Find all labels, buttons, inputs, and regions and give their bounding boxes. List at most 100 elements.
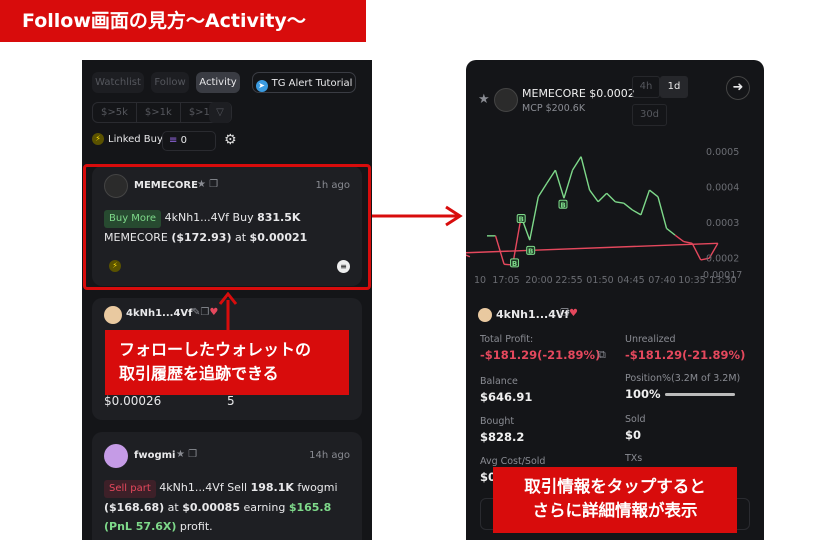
token-title: MEMECORE $0.0002	[522, 87, 635, 100]
activity-card[interactable]: fwogmi ★ ❐ 14h ago Sell part 4kNh1...4Vf…	[92, 432, 362, 540]
detail-callout: 取引情報をタップすると さらに詳細情報が表示	[493, 467, 737, 533]
price-line-segment	[589, 189, 599, 203]
unrealized: Unrealized -$181.29(-21.89%)	[625, 334, 746, 362]
price-line-segment	[691, 242, 702, 261]
star-copy-icon[interactable]: ★ ❐	[176, 449, 197, 460]
x-tick-label: 20:00	[525, 275, 552, 286]
price-line-segment	[683, 240, 693, 244]
sold: Sold $0	[625, 414, 646, 442]
filter-icon[interactable]: ▽	[209, 102, 231, 123]
highlight-box	[83, 164, 371, 290]
solana-icon: ≡	[169, 135, 178, 146]
y-tick-label: 0.0002	[706, 254, 739, 265]
buy-marker-label: B	[560, 201, 565, 209]
timeframe-1d[interactable]: 1d	[660, 76, 688, 98]
follow-callout: フォローしたウォレットの 取引履歴を追跡できる	[105, 330, 349, 395]
copy-heart-icon[interactable]: ❐♥	[560, 308, 578, 319]
x-tick-label: 10:35	[678, 275, 705, 286]
price-line-segment	[529, 196, 539, 241]
at-word: at	[167, 501, 179, 514]
price-line-segment	[606, 192, 616, 203]
profit-suffix: profit.	[179, 520, 213, 533]
price-line-segment	[640, 189, 651, 216]
buy-marker-label: B	[528, 247, 533, 255]
wallet-avatar	[104, 306, 122, 324]
linked-buy-label: Linked Buy	[108, 133, 163, 145]
wallet-name: 4kNh1...4Vf	[496, 308, 570, 321]
token-avatar	[494, 88, 518, 112]
x-tick-label: 17:05	[492, 275, 519, 286]
bought: Bought $828.2	[480, 416, 525, 444]
price-line-segment	[563, 169, 574, 199]
price-line-segment	[494, 235, 505, 265]
up-arrow	[218, 292, 238, 332]
price-line-segment	[511, 216, 522, 266]
position-bar-fill	[665, 393, 735, 396]
x-tick-label: 01:50	[586, 275, 613, 286]
wallet-link[interactable]: 4kNh1...4Vf	[159, 481, 223, 494]
price-line-segment	[580, 156, 591, 191]
wallet-count: 5	[227, 394, 235, 408]
price-line-segment	[466, 242, 718, 254]
callout-line: さらに詳細情報が表示	[532, 501, 698, 520]
x-tick-label: 07:40	[648, 275, 675, 286]
arrow-right-button[interactable]: ➜	[726, 76, 750, 100]
callout-line: フォローしたウォレットの	[119, 340, 312, 359]
x-tick-label: 04:45	[617, 275, 644, 286]
tg-button-label: TG Alert Tutorial	[271, 78, 353, 89]
time-ago: 14h ago	[309, 450, 350, 461]
lightning-icon: ⚡	[92, 133, 104, 145]
price-line-segment	[649, 189, 659, 198]
earning-word: earning	[243, 501, 286, 514]
edit-copy-heart-icon[interactable]: ✎❐♥	[192, 307, 218, 318]
token-name: fwogmi	[134, 450, 176, 461]
timeframe-4h[interactable]: 4h	[632, 76, 660, 98]
callout-line: 取引情報をタップすると	[524, 477, 706, 496]
position: Position%(3.2M of 3.2M) 100%	[625, 373, 741, 401]
price-line-segment	[571, 156, 582, 171]
star-icon[interactable]: ★	[478, 92, 490, 107]
price: $0.00085	[182, 501, 240, 514]
tg-alert-tutorial-button[interactable]: ➤ TG Alert Tutorial	[252, 72, 356, 93]
filter-1k[interactable]: $>1k	[137, 103, 181, 122]
price-line-segment	[615, 201, 624, 204]
token-symbol: fwogmi	[297, 481, 338, 494]
price-line-segment	[657, 196, 668, 229]
price-line-segment	[631, 209, 642, 216]
tab-follow[interactable]: Follow	[151, 72, 189, 93]
callout-line: 取引履歴を追跡できる	[119, 364, 279, 383]
linked-buy-toggle[interactable]: ⚡ Linked Buy	[92, 133, 163, 145]
token-avatar	[104, 444, 128, 468]
total-profit: Total Profit: -$181.29(-21.89%)	[480, 334, 601, 362]
settings-gear-icon[interactable]: ⚙	[224, 132, 237, 148]
x-tick-label: 22:55	[555, 275, 582, 286]
y-tick-label: 0.0003	[706, 218, 739, 229]
amount-input[interactable]: ≡ 0	[162, 131, 216, 151]
price-chart[interactable]: 0.00050.00040.00030.00020.0001710 17:05 20…	[466, 130, 764, 290]
price-line-segment	[666, 227, 676, 236]
amount: 198.1K	[250, 481, 294, 494]
activity-text: Sell part 4kNh1...4Vf Sell 198.1K fwogmi…	[104, 478, 360, 536]
balance: Balance $646.91	[480, 376, 533, 404]
wallet-name: 4kNh1...4Vf	[126, 308, 193, 319]
market-cap: MCP $200.6K	[522, 103, 586, 114]
buy-marker-label: B	[519, 215, 524, 223]
amount-value: 0	[180, 135, 187, 146]
price-line-segment	[674, 234, 685, 243]
buy-marker-label: B	[512, 260, 517, 268]
y-tick-label: 0.0004	[706, 183, 739, 194]
timeframe-30d[interactable]: 30d	[632, 104, 667, 126]
wallet-avatar	[478, 308, 492, 322]
sell-part-badge: Sell part	[104, 480, 156, 498]
x-tick-label: 10	[474, 275, 486, 286]
external-link-icon[interactable]: ⧉	[598, 348, 606, 362]
usd-value: ($168.68)	[104, 501, 165, 514]
telegram-icon: ➤	[255, 80, 268, 92]
position-bar	[665, 393, 735, 396]
tab-watchlist[interactable]: Watchlist	[92, 72, 144, 93]
tab-activity[interactable]: Activity	[196, 72, 240, 93]
right-arrow	[372, 205, 463, 227]
action: Sell	[227, 481, 248, 494]
filter-5k[interactable]: $>5k	[93, 103, 137, 122]
page-banner: Follow画面の見方〜Activity〜	[0, 0, 366, 42]
